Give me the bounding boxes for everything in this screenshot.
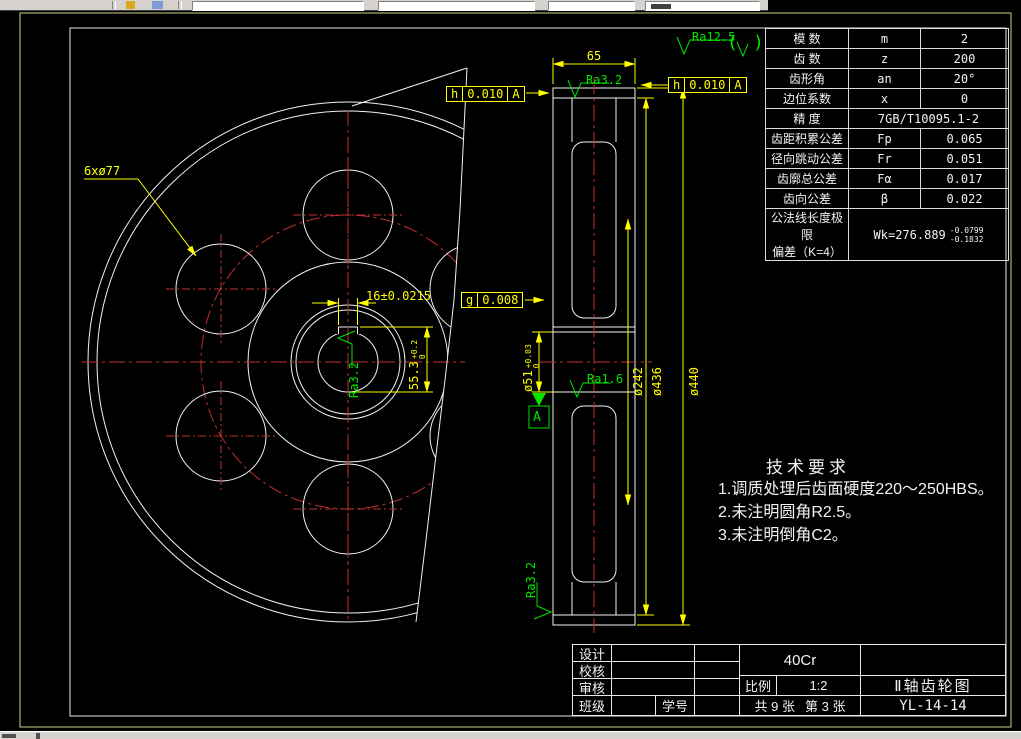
table-row: 公法线长度极限 偏差（K=4） Wk=276.889 -0.0799 -0.1832 xyxy=(765,208,1009,261)
gdt-tolerance: 0.010 xyxy=(685,78,731,92)
gdt-symbol: h xyxy=(669,78,686,92)
toolbar-separator xyxy=(178,1,182,9)
material: 40Cr xyxy=(739,644,861,676)
table-row: 齿廓总公差 Fα 0.017 xyxy=(765,168,1009,189)
gdt-frame-right: h 0.010 A xyxy=(668,77,747,93)
class-label: 班级 xyxy=(572,695,612,716)
dim-keyway-width: 16±0.0215 xyxy=(366,289,432,303)
roughness-face-bottom: Ra3.2 xyxy=(524,561,538,598)
roughness-face-top: Ra3.2 xyxy=(586,73,623,87)
gdt-datum-ref: A xyxy=(734,78,742,92)
gdt-symbol: h xyxy=(447,87,464,101)
gdt-datum-ref: A xyxy=(512,87,520,101)
toolbar-combo-text-fragment xyxy=(651,4,671,9)
toolbar-combo-3[interactable] xyxy=(548,1,635,11)
gdt-frame-symmetry: g 0.008 xyxy=(461,292,524,308)
gdt-frame-left: h 0.010 A xyxy=(446,86,525,102)
table-row: 齿 数 z 200 xyxy=(765,48,1009,69)
table-row: 径向跳动公差 Fr 0.051 xyxy=(765,148,1009,169)
student-id-label: 学号 xyxy=(655,695,695,716)
dim-keyway-height: 55.3 +0.2 0 xyxy=(407,339,427,390)
cad-window: 65 6xø77 16±0.0215 55.3 +0.2 0 ø51 +0.03 0 ø… xyxy=(0,0,1021,739)
dimension-lines xyxy=(84,58,690,626)
toolbar xyxy=(0,0,768,11)
table-row: 齿形角 an 20° xyxy=(765,68,1009,89)
gear-parameter-table: 模 数m2 齿 数 z 200 齿形角 an 20° 边位系数 x 0 精 度 7GB/T10… xyxy=(765,28,1009,261)
table-row: 边位系数 x 0 xyxy=(765,88,1009,109)
dim-dia-tip: ø440 xyxy=(687,367,701,396)
title-block: 设计 校核 审核 班级 学号 40Cr 比例 1:2 Ⅱ轴齿轮图 共 9 张 第… xyxy=(572,644,1006,716)
toolbar-combo-1[interactable] xyxy=(192,1,364,11)
review-date-field xyxy=(694,678,740,696)
toolbar-combo-2[interactable] xyxy=(378,1,535,11)
technical-requirements: 技术要求 1.调质处理后齿面硬度220～250HBS。 2.未注明圆角R2.5。… xyxy=(700,453,1020,547)
toolbar-icon-2[interactable] xyxy=(152,1,163,9)
datum-triangle-icon xyxy=(532,393,546,406)
class-field xyxy=(611,695,656,716)
status-bar xyxy=(0,731,1021,739)
design-field xyxy=(611,644,695,662)
check-label: 校核 xyxy=(572,661,612,679)
drawing-code: YL-14-14 xyxy=(860,695,1006,716)
design-label: 设计 xyxy=(572,644,612,662)
check-date-field xyxy=(694,661,740,679)
roughness-symbols xyxy=(336,36,749,620)
sheet-number: 第 3 张 xyxy=(805,699,846,714)
status-text-fragment xyxy=(2,734,16,738)
student-id-field xyxy=(694,695,740,716)
toolbar-combo-4[interactable] xyxy=(645,1,760,11)
lightening-hole xyxy=(429,243,467,335)
tech-req-title: 技术要求 xyxy=(766,458,850,477)
scale-value: 1:2 xyxy=(776,675,861,696)
gdt-tolerance: 0.008 xyxy=(482,293,519,307)
roughness-paren-close: ) xyxy=(753,32,764,53)
roughness-check-icon xyxy=(736,41,749,58)
tech-req-item: 1.调质处理后齿面硬度220～250HBS。 xyxy=(718,481,994,498)
toolbar-icon-1[interactable] xyxy=(126,1,135,9)
table-row: 齿距积累公差 Fp 0.065 xyxy=(765,128,1009,149)
tech-req-item: 3.未注明倒角C2。 xyxy=(718,527,848,544)
extra-field xyxy=(860,644,1006,676)
tech-req-item: 2.未注明圆角R2.5。 xyxy=(718,504,862,521)
sheets-total: 共 9 张 xyxy=(754,699,795,714)
toolbar-separator xyxy=(112,1,116,9)
review-field xyxy=(611,678,695,696)
design-date-field xyxy=(694,644,740,662)
dim-holes: 6xø77 xyxy=(84,164,121,178)
gdt-symbol: g xyxy=(462,293,479,307)
dim-dia-web: ø242 xyxy=(631,367,645,396)
dim-face-width: 65 xyxy=(586,49,602,63)
roughness-paren-open: ( xyxy=(727,32,738,53)
check-field xyxy=(611,661,695,679)
roughness-keyway: Ra3.2 xyxy=(347,361,361,398)
scale-label: 比例 xyxy=(739,675,777,696)
table-row: 齿向公差 β 0.022 xyxy=(765,188,1009,209)
datum-label: A xyxy=(533,410,541,425)
review-label: 审核 xyxy=(572,678,612,696)
table-row: 模 数m2 xyxy=(765,28,1009,49)
roughness-bore: Ra1.6 xyxy=(587,372,624,386)
dim-dia-root: ø436 xyxy=(650,367,664,396)
gdt-tolerance: 0.010 xyxy=(463,87,509,101)
holes-leader xyxy=(137,178,197,257)
sheet-info: 共 9 张 第 3 张 xyxy=(739,695,861,716)
lightening-hole xyxy=(429,390,467,482)
status-text-fragment xyxy=(36,733,40,739)
drawing-title: Ⅱ轴齿轮图 xyxy=(860,675,1006,696)
dim-bore: ø51 +0.03 0 xyxy=(521,344,541,392)
table-row: 精 度 7GB/T10095.1-2 xyxy=(765,108,1009,129)
